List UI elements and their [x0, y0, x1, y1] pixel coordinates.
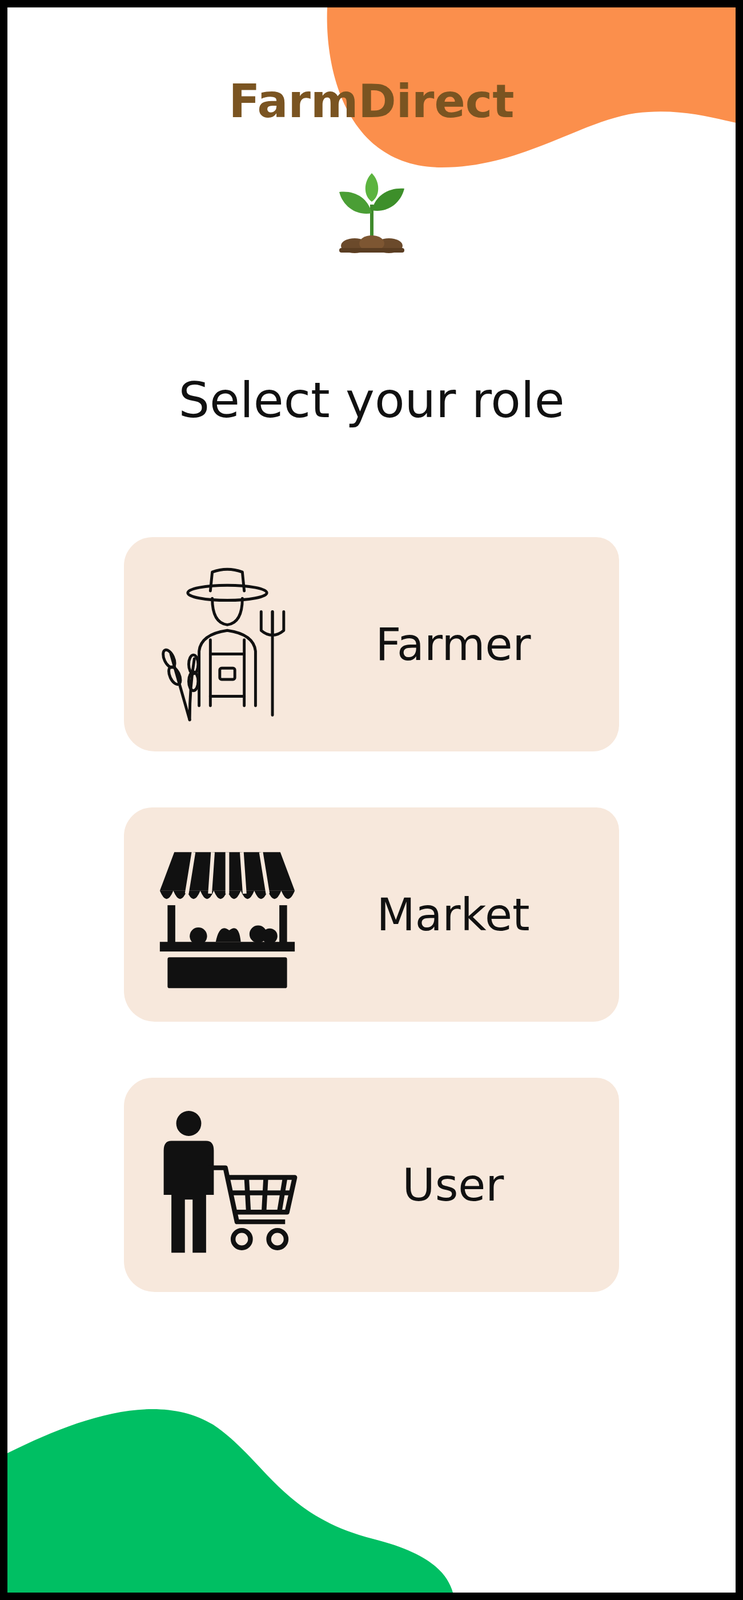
role-label: Farmer	[304, 618, 602, 670]
sprout-icon	[328, 170, 415, 256]
page-heading: Select your role	[178, 370, 565, 430]
role-label: User	[304, 1158, 602, 1211]
shopper-cart-icon	[150, 1104, 305, 1265]
role-label: Market	[304, 888, 602, 941]
role-card[interactable]: User	[123, 1077, 620, 1292]
role-select-screen: FarmDirect Select your role Farmer Marke…	[0, 0, 743, 1600]
role-card[interactable]: Farmer	[123, 536, 620, 751]
app-logo: FarmDirect	[229, 73, 515, 131]
farmer-icon	[150, 564, 305, 725]
role-card[interactable]: Market	[123, 806, 620, 1022]
role-list: Farmer Market User	[123, 536, 620, 1292]
market-stall-icon	[150, 834, 305, 995]
